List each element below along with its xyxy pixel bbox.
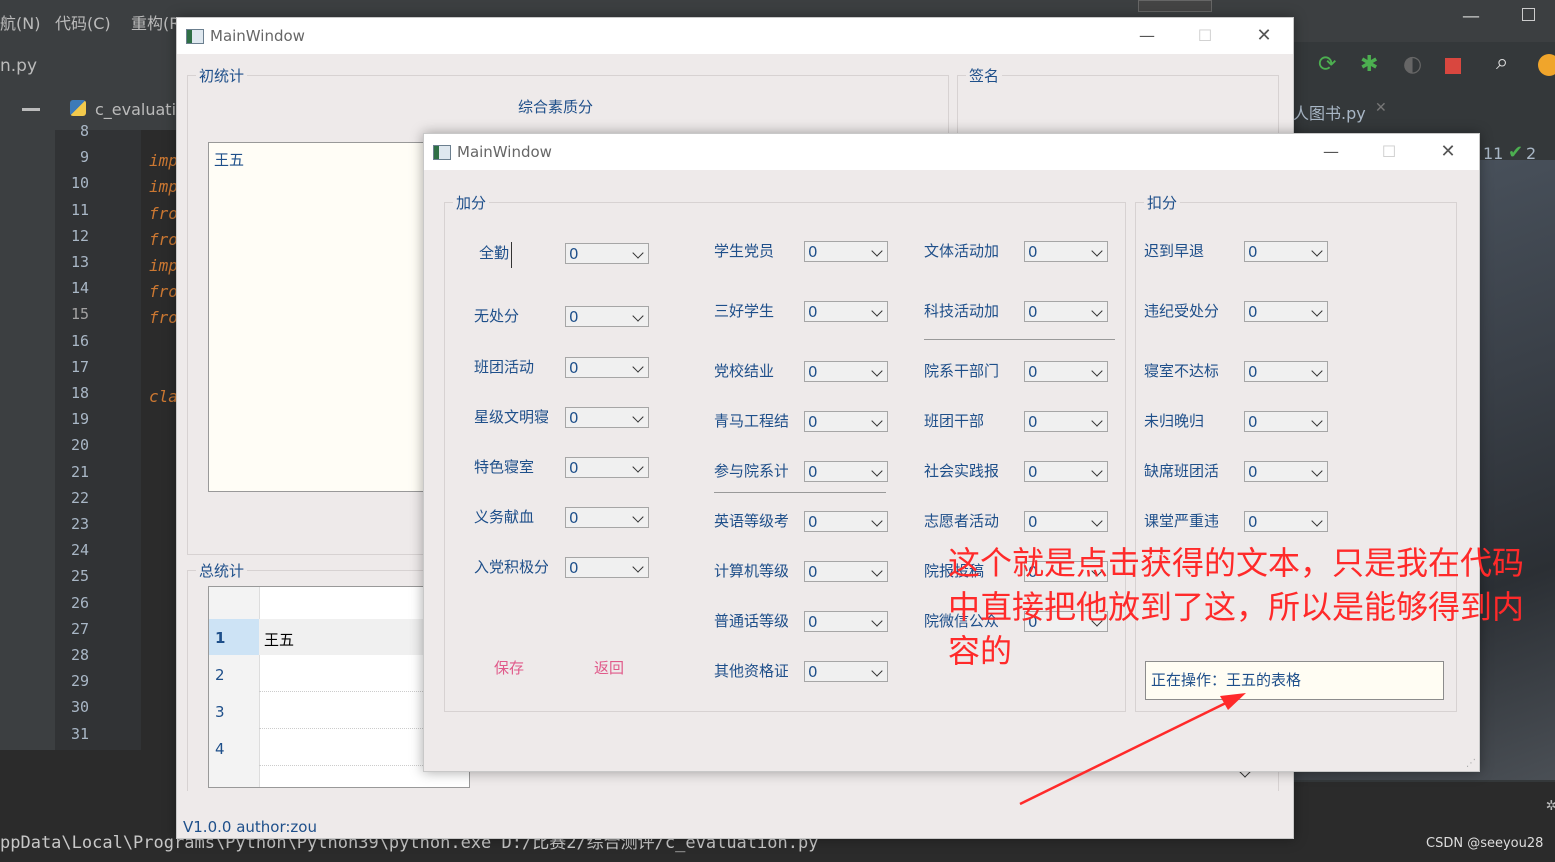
arrow-line	[1019, 698, 1233, 806]
annotation-arrow	[1019, 693, 1246, 806]
arrow-head	[1220, 693, 1246, 710]
